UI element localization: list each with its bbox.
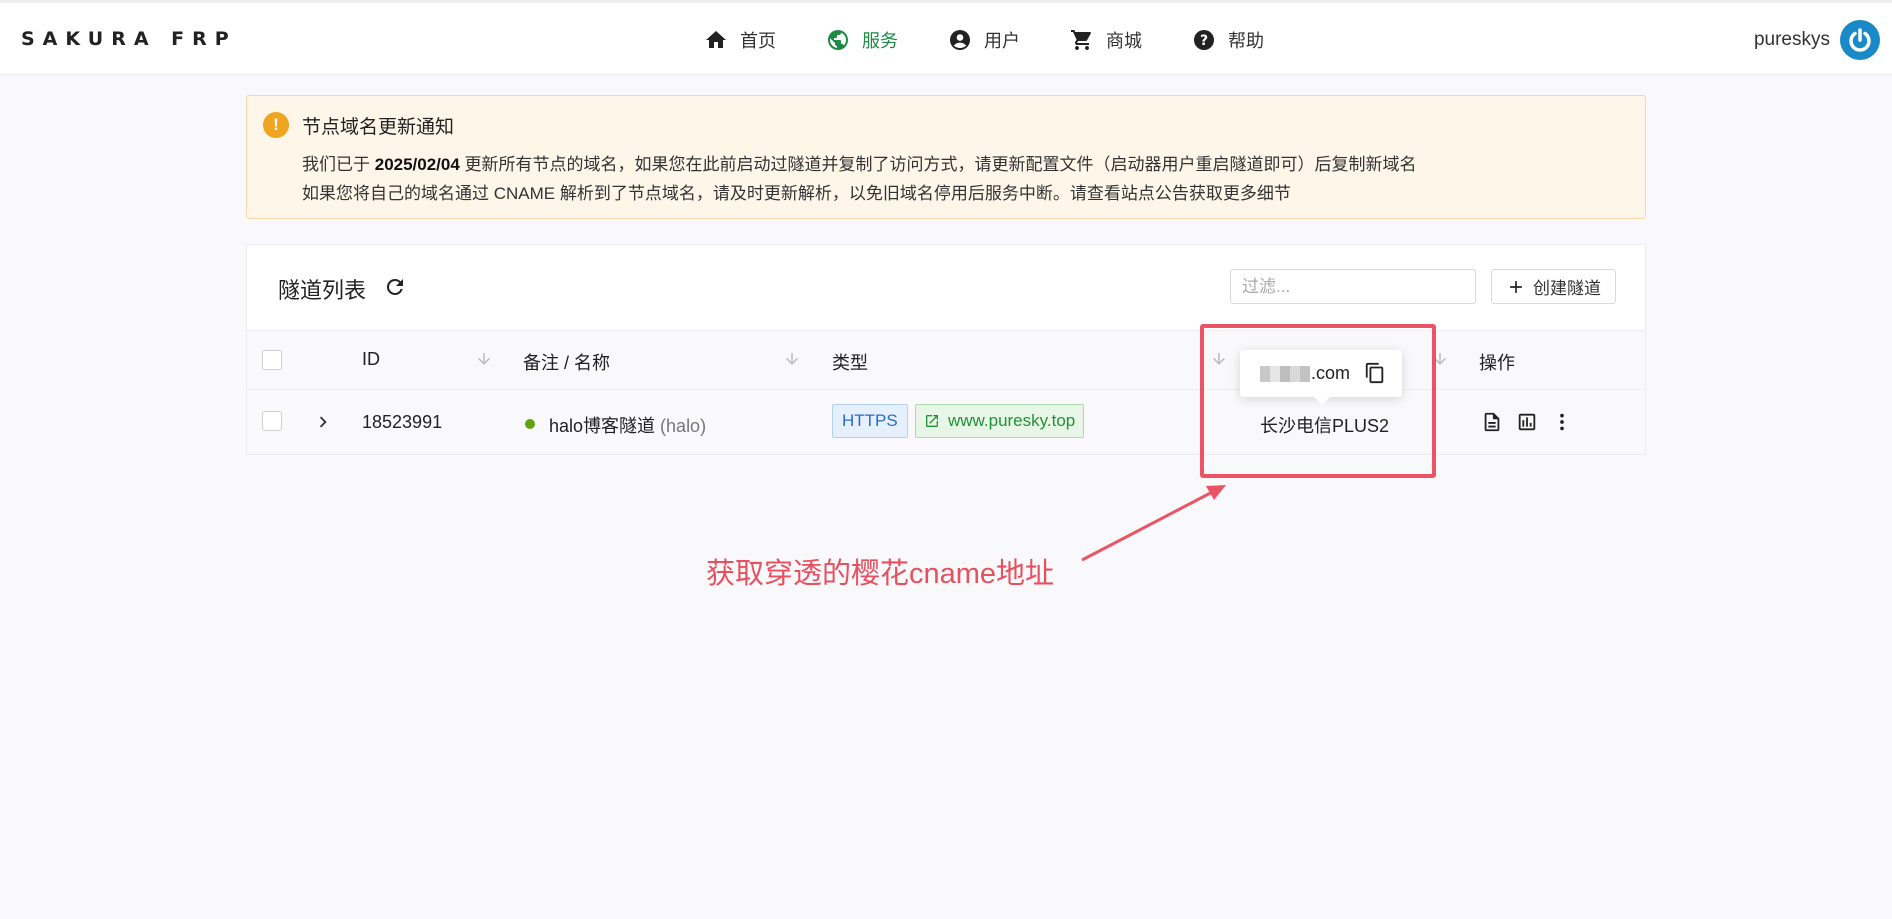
nav-label: 商城 — [1106, 31, 1142, 51]
refresh-icon[interactable] — [383, 275, 407, 299]
user-circle-icon — [950, 30, 970, 50]
home-icon — [706, 31, 726, 48]
nav-item-home[interactable]: 首页 — [704, 25, 776, 55]
annotation-text: 获取穿透的樱花cname地址 — [706, 558, 1055, 590]
annotation-highlight-box — [1200, 324, 1436, 478]
nav-label: 帮助 — [1228, 31, 1264, 51]
domain-link[interactable]: www.puresky.top — [915, 404, 1085, 438]
column-header-type[interactable]: 类型 — [832, 349, 868, 375]
document-icon[interactable] — [1481, 411, 1503, 433]
column-header-id[interactable]: ID — [362, 349, 380, 370]
column-header-name[interactable]: 备注 / 名称 — [523, 349, 610, 375]
row-checkbox[interactable] — [262, 411, 282, 431]
cart-icon — [1071, 30, 1091, 50]
select-all-checkbox[interactable] — [262, 350, 282, 370]
svg-text:?: ? — [1200, 33, 1208, 49]
globe-icon — [828, 30, 848, 50]
notice-text: 我们已于 — [302, 155, 375, 174]
chart-icon[interactable] — [1516, 411, 1538, 433]
column-header-actions: 操作 — [1479, 353, 1515, 373]
main-nav: 首页 服务 用户 商城 ? 帮助 — [704, 25, 1314, 55]
tunnel-list-card: 隧道列表 创建隧道 ID 备注 / 名称 类型 操作 18523991 halo… — [246, 244, 1646, 455]
notice-line-2: 如果您将自己的域名通过 CNAME 解析到了节点域名，请及时更新解析，以免旧域名… — [302, 184, 1291, 203]
nav-item-help[interactable]: ? 帮助 — [1192, 25, 1264, 55]
notice-text: 更新所有节点的域名，如果您在此前启动过隧道并复制了访问方式，请更新配置文件（启动… — [459, 155, 1417, 174]
tunnel-name: halo博客隧道 (halo) — [549, 412, 706, 438]
tunnel-alias: (halo) — [660, 416, 707, 436]
create-tunnel-button[interactable]: 创建隧道 — [1491, 269, 1616, 304]
status-online-dot — [525, 419, 535, 429]
top-navbar: SAKURA FRP 首页 服务 用户 商城 ? 帮助 pureskys — [0, 0, 1892, 75]
help-icon: ? — [1194, 30, 1214, 50]
plus-icon — [1510, 280, 1522, 293]
chevron-right-icon[interactable] — [312, 411, 334, 433]
power-icon — [1849, 28, 1871, 52]
user-menu[interactable]: pureskys — [1754, 20, 1880, 60]
create-tunnel-label: 创建隧道 — [1533, 279, 1601, 298]
sort-arrow-icon[interactable] — [783, 350, 801, 368]
notice-date: 2025/02/04 — [374, 155, 460, 174]
more-vertical-icon[interactable] — [1551, 411, 1573, 433]
nav-item-service[interactable]: 服务 — [826, 25, 898, 55]
notice-line-1: 我们已于 2025/02/04 更新所有节点的域名，如果您在此前启动过隧道并复制… — [302, 150, 1417, 175]
page-title: 隧道列表 — [278, 278, 367, 303]
filter-input[interactable] — [1230, 269, 1476, 304]
sort-arrow-icon[interactable] — [475, 350, 493, 368]
nav-item-shop[interactable]: 商城 — [1070, 25, 1142, 55]
username[interactable]: pureskys — [1754, 29, 1830, 51]
type-badge: HTTPS — [832, 404, 908, 438]
warning-icon: ! — [263, 112, 289, 138]
external-link-icon — [926, 415, 938, 427]
domain-update-notice: ! 节点域名更新通知 我们已于 2025/02/04 更新所有节点的域名，如果您… — [246, 95, 1646, 219]
tunnel-id: 18523991 — [362, 412, 443, 432]
nav-item-user[interactable]: 用户 — [948, 25, 1020, 55]
domain-text: www.puresky.top — [948, 411, 1076, 430]
nav-label: 服务 — [862, 31, 898, 51]
notice-title: 节点域名更新通知 — [302, 117, 455, 138]
annotation-arrow — [1081, 485, 1226, 562]
nav-label: 首页 — [740, 31, 776, 51]
nav-label: 用户 — [984, 31, 1020, 51]
avatar[interactable] — [1840, 20, 1880, 60]
brand-logo[interactable]: SAKURA FRP — [21, 28, 237, 50]
tunnel-name-text: halo博客隧道 — [549, 416, 656, 436]
